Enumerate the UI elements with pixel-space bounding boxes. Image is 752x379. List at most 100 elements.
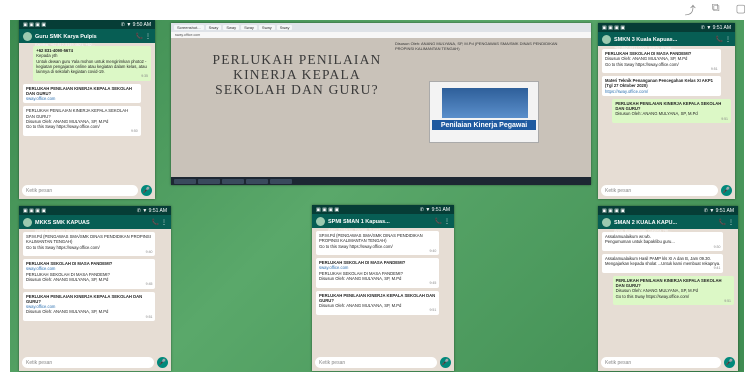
call-menu-icons[interactable]: 📞 ⋮ <box>136 33 151 40</box>
call-menu-icons[interactable]: 📞 ⋮ <box>152 219 167 226</box>
chat-title: SPMI SMAN 1 Kapuas... <box>328 219 390 225</box>
message-time: 9:45 <box>429 281 437 286</box>
mic-icon[interactable]: 🎤 <box>440 357 451 368</box>
message-list: Assalamualaikum wr.wb. Pengumuman untuk b… <box>598 229 738 311</box>
message-bubble[interactable]: PERLUKAH SEKOLAH DI MASA PANDEMI? Disusun… <box>602 49 721 74</box>
message-input[interactable]: Ketik pesan <box>22 185 138 196</box>
image-caption: Penilaian Kinerja Pegawai <box>432 120 536 130</box>
message-text: PERLUKAH PENILAIAN KINERJA KEPALA SEKOLA… <box>26 293 143 304</box>
message-text: PERLUKAH PENILAIAN KINERJA KEPALA SEKOLA… <box>615 277 722 288</box>
taskbar-item[interactable] <box>174 178 196 184</box>
whatsapp-screenshot-guru-smk: ▣ ▣ ▣ ▣ ✆ ▼ 9:50 AM Guru SMK Karya Pulpi… <box>19 20 155 199</box>
message-bubble[interactable]: PERLUKAH PENILAIAN KINERJA KEPALA SEKOLA… <box>316 290 440 315</box>
message-bubble[interactable]: PERLUKAH PENILAIAN KINERJA KEPALA SEKOLA… <box>23 83 141 104</box>
browser-tab[interactable]: Screenshot... <box>174 25 204 30</box>
message-bubble[interactable]: PERLUKAH PENILAIAN KINERJA KEPALA SEKOLA… <box>23 291 156 321</box>
message-list: SP.M.Pd (PENGAWAS SMA/SMK DINAS PENDIDIK… <box>19 229 171 327</box>
browser-tab[interactable]: Sway <box>205 25 222 30</box>
message-bubble[interactable]: PERLUKAH SEKOLAH DI MASA PANDEMI? sway.of… <box>316 258 440 288</box>
group-avatar[interactable] <box>23 217 32 227</box>
browser-tab[interactable]: Sway <box>241 25 257 30</box>
taskbar-item[interactable] <box>246 178 268 184</box>
message-text: Materi Teknik Penanganan Pencegahan Kela… <box>605 78 713 89</box>
whatsapp-screenshot-smkn3: ▣ ▣ ▣ ▣ ✆ ▼ 9:51 AM SMKN 3 Kuala Kapuas.… <box>598 23 735 199</box>
message-input[interactable]: Ketik pesan <box>22 357 154 368</box>
browser-tab[interactable]: Sway <box>223 25 240 30</box>
chat-title: SMKN 3 Kuala Kapuas... <box>614 37 678 43</box>
call-menu-icons[interactable]: 📞 ⋮ <box>435 218 450 225</box>
message-time: 9:35 <box>141 74 148 79</box>
message-text: PERLUKAH PENILAIAN KINERJA KEPALA SEKOLA… <box>319 292 436 303</box>
message-time: 9:51 <box>724 298 731 303</box>
status-time: ✆ ▼ 9:51 AM <box>136 207 167 214</box>
message-text: Assalamualaikum Hasil PAMP kls XI A dan … <box>605 255 721 267</box>
chat-subtitle: +62 852-4811-0023, Adeliy, Anwar... <box>614 46 675 50</box>
message-time: 9:51 <box>710 66 718 71</box>
message-list: +62 831-4090-5674 Kepada yth Untuk dewan g… <box>19 43 155 142</box>
chat-header[interactable]: SPMI SMAN 1 Kapuas... Asim, Erdianto, Ha… <box>312 214 454 232</box>
mic-icon[interactable]: 🎤 <box>721 185 732 196</box>
message-bubble[interactable]: +62 831-4090-5674 Kepada yth Untuk dewan g… <box>33 46 151 81</box>
whatsapp-screenshot-sman2: ▣ ▣ ▣ ▣ ✆ ▼ 9:51 AM SMAN 2 KUALA KAPU...… <box>598 206 738 371</box>
message-time: 9:45 <box>145 282 153 287</box>
collage-background: ▣ ▣ ▣ ▣ ✆ ▼ 9:50 AM Guru SMK Karya Pulpi… <box>10 20 744 372</box>
group-avatar[interactable] <box>602 34 611 44</box>
chat-header[interactable]: SMAN 2 KUALA KAPU... Anna, Bodhinanjah, … <box>598 215 738 233</box>
message-bubble[interactable]: Materi Teknik Penanganan Pencegahan Kela… <box>602 76 721 96</box>
message-bubble[interactable]: PERLUKAH PENILAIAN KINERJA KEPALA SEKOLA… <box>612 275 734 306</box>
message-input[interactable]: Ketik pesan <box>315 357 437 368</box>
chat-header[interactable]: MKKS SMK KAPUAS ketuk di sini untuk info… <box>19 215 171 233</box>
message-bubble[interactable]: PERLUKAH PENILAIAN KINERJA KEPALA SEKOLA… <box>23 106 141 136</box>
message-list: PERLUKAH SEKOLAH DI MASA PANDEMI? Disusun… <box>598 46 735 129</box>
kinerja-image: Penilaian Kinerja Pegawai <box>429 81 539 143</box>
browser-tabs: Screenshot... Sway Sway Sway Sway Sway <box>171 23 591 32</box>
message-text: PERLUKAH PENILAIAN KINERJA KEPALA SEKOLA… <box>615 100 722 112</box>
mic-icon[interactable]: 🎤 <box>724 357 735 368</box>
copy-icon[interactable]: ⧉ <box>712 2 720 18</box>
message-bubble[interactable]: Assalamualaikum Hasil PAMP kls XI A dan … <box>602 253 724 273</box>
message-time: 9:51 <box>145 314 153 319</box>
whatsapp-screenshot-spmi: ▣ ▣ ▣ ▣ ✆ ▼ 9:51 AM SPMI SMAN 1 Kapuas..… <box>312 205 454 371</box>
address-bar[interactable]: sway.office.com <box>171 32 591 38</box>
status-time: ✆ ▼ 9:50 AM <box>120 21 151 28</box>
status-time: ✆ ▼ 9:51 AM <box>419 206 450 213</box>
browser-tab[interactable]: Sway <box>276 25 293 30</box>
message-link[interactable]: https://sway.office.com/ <box>605 89 718 94</box>
whatsapp-screenshot-mkks: ▣ ▣ ▣ ▣ ✆ ▼ 9:51 AM MKKS SMK KAPUAS ketu… <box>19 206 171 371</box>
group-avatar[interactable] <box>316 216 325 226</box>
chat-header[interactable]: SMKN 3 Kuala Kapuas... +62 852-4811-0023… <box>598 32 735 50</box>
call-menu-icons[interactable]: 📞 ⋮ <box>719 219 734 226</box>
call-menu-icons[interactable]: 📞 ⋮ <box>716 36 731 43</box>
message-input-bar: Ketik pesan 🎤 <box>22 357 168 368</box>
message-time: 9:51 <box>721 116 728 121</box>
message-bubble[interactable]: PERLUKAH PENILAIAN KINERJA KEPALA SEKOLA… <box>612 98 731 123</box>
chat-subtitle: ketuk di sini untuk info grup <box>35 229 82 233</box>
share-icon[interactable]: ⤴ <box>685 2 696 18</box>
message-input-bar: Ketik pesan 🎤 <box>601 357 735 368</box>
chat-header[interactable]: Guru SMK Karya Pulpis Kamiba, +62 812-51… <box>19 29 155 47</box>
group-avatar[interactable] <box>23 31 32 41</box>
message-bubble[interactable]: Assalamualaikum wr.wb. Pengumuman untuk b… <box>602 232 724 251</box>
message-text: Untuk dewan guru Yala mohon untuk mengir… <box>36 58 147 75</box>
taskbar-item[interactable] <box>222 178 244 184</box>
message-input[interactable]: Ketik pesan <box>601 357 721 368</box>
browser-tab[interactable]: Sway <box>258 25 275 30</box>
message-input-bar: Ketik pesan 🎤 <box>315 357 451 368</box>
message-input[interactable]: Ketik pesan <box>601 185 718 196</box>
taskbar-item[interactable] <box>270 178 292 184</box>
message-bubble[interactable]: SP.M.Pd (PENGAWAS SMA/SMK DINAS PENDIDIK… <box>316 231 440 256</box>
message-time: 9:51 <box>429 308 437 313</box>
chat-title: Guru SMK Karya Pulpis <box>35 34 97 40</box>
message-bubble[interactable]: SP.M.Pd (PENGAWAS SMA/SMK DINAS PENDIDIK… <box>23 232 156 257</box>
message-link[interactable]: sway.office.com <box>26 96 138 101</box>
mic-icon[interactable]: 🎤 <box>157 357 168 368</box>
message-text: PERLUKAH PENILAIAN KINERJA KEPALA SEKOLA… <box>26 85 132 96</box>
windows-taskbar <box>171 177 591 185</box>
taskbar-item[interactable] <box>198 178 220 184</box>
message-bubble[interactable]: PERLUKAH SEKOLAH DI MASA PANDEMI? sway.of… <box>23 259 156 289</box>
window-controls: ⤴ ⧉ ▢ <box>685 2 746 18</box>
message-text: PERLUKAH PENILAIAN KINERJA KEPALA SEKOLA… <box>26 108 129 119</box>
maximize-icon[interactable]: ▢ <box>736 2 746 18</box>
group-avatar[interactable] <box>602 217 611 227</box>
mic-icon[interactable]: 🎤 <box>141 185 152 196</box>
